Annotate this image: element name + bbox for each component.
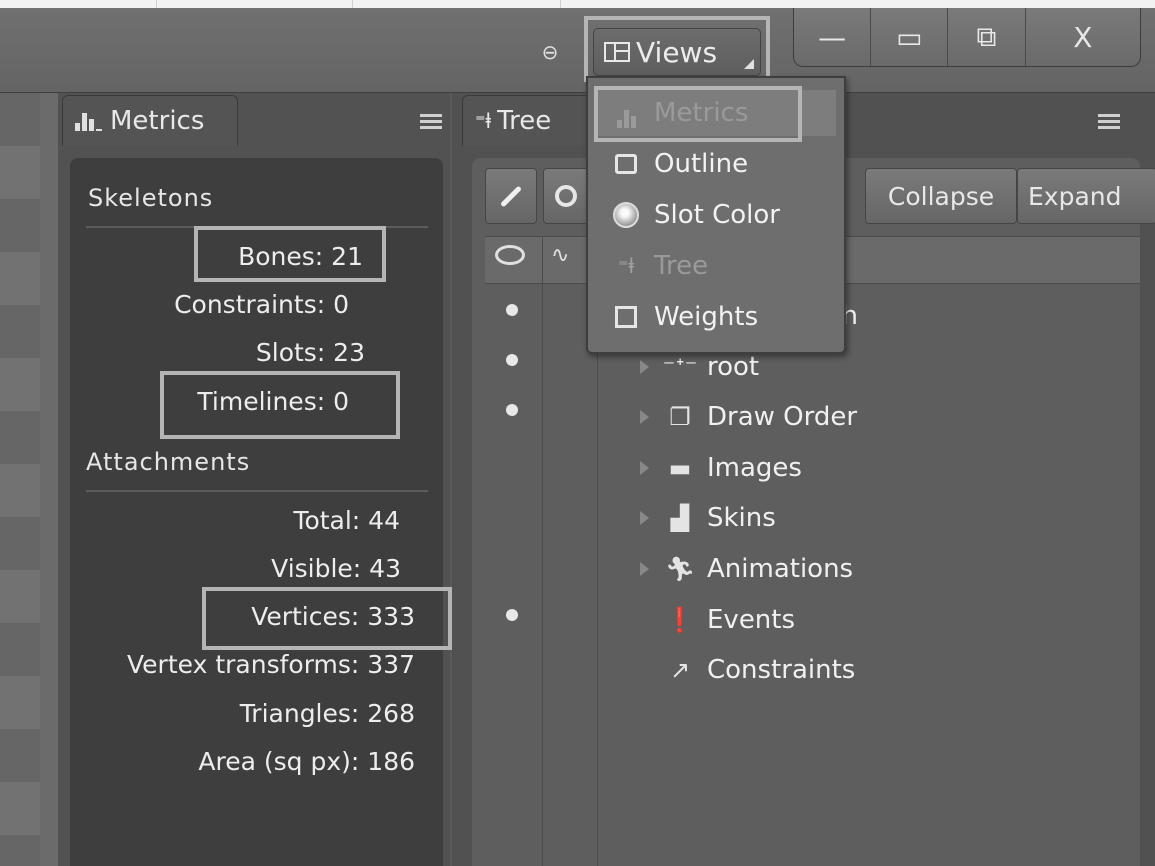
circle-button[interactable] <box>543 168 589 224</box>
menu-item-slot-color[interactable]: Slot Color <box>596 192 836 238</box>
constraint-icon: ↗ <box>669 656 691 684</box>
slot-color-icon <box>608 200 644 230</box>
viewport-edge-border <box>40 93 58 866</box>
tree-node-constraints[interactable]: ↗ Constraints <box>640 650 855 690</box>
brush-icon <box>500 185 522 207</box>
weights-icon <box>608 302 644 332</box>
total-metric: Total: 44 <box>293 506 400 535</box>
minimize-icon: — <box>818 20 847 54</box>
expand-arrow-icon[interactable] <box>640 562 649 576</box>
tab-tree-label: Tree <box>497 106 552 136</box>
tree-node-label: Constraints <box>707 655 856 685</box>
tree-node-label: Images <box>707 453 802 483</box>
tree-node-skins[interactable]: ▟ Skins <box>640 498 776 538</box>
expand-arrow-icon[interactable] <box>640 461 649 475</box>
vertices-highlight <box>202 587 452 650</box>
visibility-dot[interactable] <box>506 304 518 316</box>
skeletons-title: Skeletons <box>88 184 214 212</box>
expand-arrow-icon[interactable] <box>640 360 649 374</box>
area-metric: Area (sq px): 186 <box>198 747 415 776</box>
window-controls: — ▭ ⧉ X <box>793 8 1141 67</box>
top-strip <box>0 0 1155 8</box>
tab-metrics[interactable]: Metrics <box>62 95 238 146</box>
close-icon: X <box>1073 20 1093 54</box>
tree-node-images[interactable]: ▬ Images <box>640 448 802 488</box>
tree-node-label: Animations <box>707 554 854 584</box>
tree-icon: ⁼ⱡ <box>475 109 492 133</box>
visibility-dot[interactable] <box>506 354 518 366</box>
views-highlight <box>584 16 770 82</box>
tree-node-draw-order[interactable]: ❐ Draw Order <box>640 397 857 437</box>
expand-arrow-icon[interactable] <box>640 410 649 424</box>
tree-menu-icon[interactable] <box>1098 114 1120 130</box>
slots-metric: Slots: 23 <box>255 338 365 367</box>
title-bar: — ▭ ⧉ X <box>0 8 1155 93</box>
minimize-button[interactable]: — <box>794 8 870 66</box>
tree-node-label: Skins <box>707 503 776 533</box>
brush-button[interactable] <box>485 168 537 224</box>
menu-item-weights[interactable]: Weights <box>596 294 836 340</box>
circle-icon <box>555 185 577 207</box>
menu-item-label: Outline <box>654 149 749 179</box>
metrics-menu-highlight <box>594 86 802 142</box>
folder-icon: ▬ <box>668 454 692 482</box>
tree-node-label: root <box>707 352 760 382</box>
expand-button[interactable]: Expand <box>1017 168 1155 224</box>
bar-chart-icon <box>75 111 102 131</box>
close-button[interactable]: X <box>1024 8 1140 66</box>
outline-icon <box>608 149 644 179</box>
menu-item-outline[interactable]: Outline <box>596 141 836 187</box>
menu-item-label: Weights <box>654 302 759 332</box>
menu-item-label: Slot Color <box>654 200 780 230</box>
constraints-metric: Constraints: 0 <box>174 290 349 319</box>
layout-icon[interactable]: ⊖ <box>533 40 567 64</box>
restore-button[interactable]: ⧉ <box>947 8 1024 66</box>
attachments-title: Attachments <box>86 448 251 476</box>
visibility-column <box>485 236 543 866</box>
visible-metric: Visible: 43 <box>271 554 401 583</box>
draw-order-icon: ❐ <box>669 403 691 431</box>
visibility-dot[interactable] <box>506 404 518 416</box>
attachments-divider <box>86 490 428 492</box>
timelines-highlight <box>160 371 400 439</box>
tab-metrics-label: Metrics <box>110 106 205 136</box>
maximize-icon: ▭ <box>896 20 923 54</box>
tree-node-label: Draw Order <box>707 402 858 432</box>
restore-icon: ⧉ <box>976 20 997 53</box>
bone-icon: ⁻ᐩ⁻ <box>662 353 698 381</box>
menu-item-tree[interactable]: ⁼ⱡ Tree <box>596 243 836 289</box>
tree-node-animations[interactable]: 🏃︎ Animations <box>640 549 853 589</box>
tree-node-label: Events <box>707 605 796 635</box>
maximize-button[interactable]: ▭ <box>870 8 947 66</box>
tree-icon: ⁼ⱡ <box>617 254 635 278</box>
menu-item-label: Tree <box>654 251 709 281</box>
event-icon: ❗ <box>665 606 695 634</box>
bones-highlight <box>194 226 386 282</box>
visibility-dot[interactable] <box>506 609 518 621</box>
animation-icon: 🏃︎ <box>664 555 696 583</box>
skins-icon: ▟ <box>670 504 690 532</box>
triangles-metric: Triangles: 268 <box>239 699 415 728</box>
tab-tree[interactable]: ⁼ⱡ Tree <box>462 95 604 146</box>
tree-node-events[interactable]: ❗ Events <box>640 600 795 640</box>
expand-arrow-icon[interactable] <box>640 511 649 525</box>
metrics-menu-icon[interactable] <box>420 114 442 130</box>
collapse-button[interactable]: Collapse <box>865 168 1017 224</box>
vertex-transforms-metric: Vertex transforms: 337 <box>127 650 415 679</box>
